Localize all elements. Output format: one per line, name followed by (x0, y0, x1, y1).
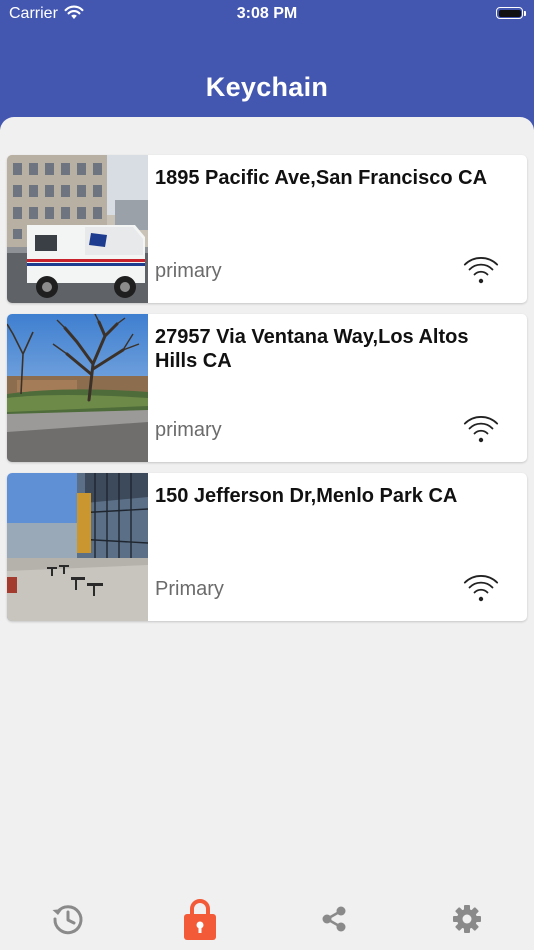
keychain-card[interactable]: 27957 Via Ventana Way,Los Altos Hills CA… (7, 314, 527, 462)
key-type-label: Primary (155, 578, 224, 600)
status-bar: Carrier 3:08 PM (0, 0, 534, 28)
tab-history[interactable] (38, 890, 98, 948)
keychain-card[interactable]: 150 Jefferson Dr,Menlo Park CA Primary (7, 473, 527, 621)
address-label: 1895 Pacific Ave,San Francisco CA (155, 167, 488, 189)
location-photo (7, 314, 148, 462)
keychain-card[interactable]: 1895 Pacific Ave,San Francisco CA primar… (7, 155, 527, 303)
tab-keychain[interactable] (170, 890, 230, 948)
location-photo (7, 155, 148, 303)
history-icon (52, 905, 83, 935)
address-label: 27957 Via Ventana Way,Los Altos Hills CA (155, 326, 469, 372)
page-title: Keychain (205, 72, 329, 102)
wifi-icon[interactable] (463, 575, 499, 603)
keychain-list: 1895 Pacific Ave,San Francisco CA primar… (0, 117, 534, 950)
battery-tip (524, 11, 526, 16)
app-header: Carrier 3:08 PM Keychain (0, 0, 534, 130)
battery-icon (496, 7, 523, 19)
key-type-label: primary (155, 419, 222, 441)
tab-settings[interactable] (437, 890, 497, 948)
gear-icon (453, 905, 481, 933)
location-photo (7, 473, 148, 621)
lock-icon (184, 899, 216, 940)
address-label: 150 Jefferson Dr,Menlo Park CA (155, 485, 458, 507)
clock: 3:08 PM (236, 5, 298, 22)
share-icon (322, 906, 346, 932)
tab-share[interactable] (304, 890, 364, 948)
key-type-label: primary (155, 260, 222, 282)
wifi-icon[interactable] (463, 416, 499, 444)
tab-bar (0, 890, 534, 950)
wifi-icon[interactable] (463, 257, 499, 285)
